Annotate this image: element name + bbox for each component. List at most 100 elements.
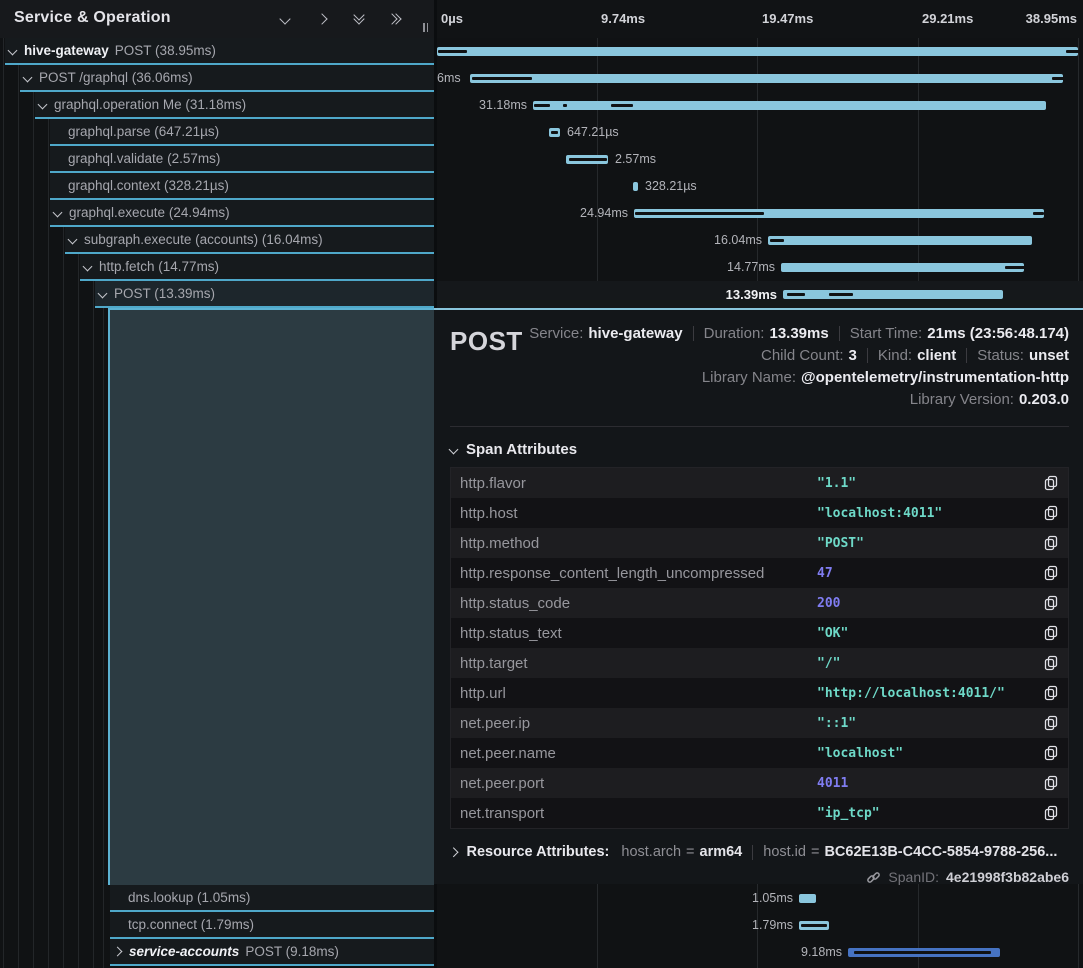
- chevron-down-icon[interactable]: [83, 262, 93, 272]
- copy-icon[interactable]: [1034, 685, 1068, 701]
- tree-row-box[interactable]: subgraph.execute (accounts) (16.04ms): [65, 227, 434, 254]
- copy-icon[interactable]: [1034, 595, 1068, 611]
- tree-row[interactable]: graphql.operation Me (31.18ms): [0, 92, 434, 119]
- copy-icon[interactable]: [1034, 805, 1068, 821]
- tree-row-box[interactable]: hive-gateway POST (38.95ms): [5, 38, 434, 65]
- span-duration-label: 13.39ms: [726, 287, 777, 302]
- timeline-tick-label: 19.47ms: [762, 11, 813, 26]
- span-bar-row[interactable]: 647.21µs: [437, 119, 1083, 146]
- span-bar-row[interactable]: [437, 38, 1083, 65]
- span-duration-bar[interactable]: [781, 263, 1024, 272]
- tree-row[interactable]: http.fetch (14.77ms): [0, 254, 434, 281]
- tree-row-box[interactable]: graphql.parse (647.21µs): [50, 119, 434, 146]
- span-duration-bar[interactable]: [533, 101, 1046, 110]
- tree-row[interactable]: dns.lookup (1.05ms): [0, 885, 434, 912]
- operation-label: tcp.connect (1.79ms): [128, 917, 254, 932]
- resource-attributes-row[interactable]: Resource Attributes: host.arch=arm64host…: [450, 844, 1069, 860]
- attribute-row: net.peer.ip"::1": [451, 708, 1068, 738]
- child-span-mark: [854, 951, 991, 954]
- tree-row-box[interactable]: tcp.connect (1.79ms): [110, 912, 434, 939]
- copy-icon[interactable]: [1034, 565, 1068, 581]
- tree-toolbar: [277, 12, 404, 26]
- span-duration-bar[interactable]: [470, 74, 1063, 83]
- copy-icon[interactable]: [1034, 775, 1068, 791]
- span-bar-row[interactable]: 31.18ms: [437, 92, 1083, 119]
- tree-row[interactable]: graphql.parse (647.21µs): [0, 119, 434, 146]
- copy-icon[interactable]: [1034, 535, 1068, 551]
- span-duration-bar[interactable]: [633, 182, 638, 191]
- span-bar-row[interactable]: 328.21µs: [437, 173, 1083, 200]
- tree-row-box[interactable]: graphql.validate (2.57ms): [50, 146, 434, 173]
- span-duration-bar[interactable]: [799, 894, 816, 903]
- span-bar-row[interactable]: 9.18ms: [437, 939, 1083, 966]
- tree-row-box[interactable]: graphql.execute (24.94ms): [50, 200, 434, 227]
- chevron-down-icon[interactable]: [68, 235, 78, 245]
- chevron-right-icon[interactable]: [314, 12, 330, 26]
- meta-label: Child Count:: [761, 347, 844, 364]
- span-attributes-table: http.flavor"1.1"http.host"localhost:4011…: [450, 467, 1069, 829]
- span-bar-row[interactable]: 14.77ms: [437, 254, 1083, 281]
- tree-row-box[interactable]: http.fetch (14.77ms): [80, 254, 434, 281]
- operation-label: POST (38.95ms): [115, 43, 216, 58]
- copy-icon[interactable]: [1034, 655, 1068, 671]
- tree-row-box[interactable]: service-accountsPOST (9.18ms): [110, 939, 434, 966]
- tree-row-box[interactable]: POST (13.39ms): [95, 281, 434, 308]
- chevron-down-icon[interactable]: [98, 289, 108, 299]
- tree-row-box[interactable]: dns.lookup (1.05ms): [110, 885, 434, 912]
- meta-label: Library Version:: [910, 391, 1014, 408]
- copy-icon[interactable]: [1034, 505, 1068, 521]
- span-bar-row[interactable]: 6ms: [437, 65, 1083, 92]
- tree-row[interactable]: graphql.execute (24.94ms): [0, 200, 434, 227]
- span-tree: hive-gateway POST (38.95ms) POST /graphql …: [0, 38, 434, 308]
- double-chevron-right-icon[interactable]: [388, 12, 404, 26]
- service-name: hive-gateway: [24, 43, 109, 58]
- span-bar-row[interactable]: 24.94ms: [437, 200, 1083, 227]
- attribute-value: "http://localhost:4011/": [817, 686, 1034, 701]
- span-bar-row[interactable]: 13.39ms: [437, 281, 1083, 308]
- copy-icon[interactable]: [1034, 625, 1068, 641]
- tree-row[interactable]: service-accountsPOST (9.18ms): [0, 939, 434, 966]
- chevron-down-icon[interactable]: [8, 46, 18, 56]
- span-attributes-header[interactable]: Span Attributes: [450, 438, 1069, 460]
- chevron-down-icon[interactable]: [38, 100, 48, 110]
- chevron-down-icon[interactable]: [277, 12, 293, 26]
- tree-row-box[interactable]: POST /graphql (36.06ms): [20, 65, 434, 92]
- span-duration-bar[interactable]: [437, 47, 1078, 56]
- chevron-down-icon[interactable]: [23, 73, 33, 83]
- meta-label: Status:: [977, 347, 1024, 364]
- link-icon[interactable]: [866, 870, 881, 885]
- tree-row[interactable]: POST (13.39ms): [0, 281, 434, 308]
- span-duration-bar[interactable]: [768, 236, 1032, 245]
- chevron-down-icon[interactable]: [53, 208, 63, 218]
- copy-icon[interactable]: [1034, 745, 1068, 761]
- meta-label: Kind:: [878, 347, 912, 364]
- attribute-value: "::1": [817, 716, 1034, 731]
- meta-label: Library Name:: [702, 369, 796, 386]
- tree-row-box[interactable]: graphql.context (328.21µs): [50, 173, 434, 200]
- child-span-mark: [1066, 50, 1080, 53]
- span-bar-row[interactable]: 1.79ms: [437, 912, 1083, 939]
- meta-value: hive-gateway: [588, 325, 682, 342]
- chevron-right-icon[interactable]: [113, 947, 123, 957]
- tree-row[interactable]: graphql.validate (2.57ms): [0, 146, 434, 173]
- span-duration-bar[interactable]: [783, 290, 1003, 299]
- panel-resize-handle[interactable]: [423, 23, 428, 32]
- span-bar-row[interactable]: 2.57ms: [437, 146, 1083, 173]
- tree-row[interactable]: hive-gateway POST (38.95ms): [0, 38, 434, 65]
- expanded-span-panel: [108, 308, 434, 885]
- tree-row[interactable]: subgraph.execute (accounts) (16.04ms): [0, 227, 434, 254]
- copy-icon[interactable]: [1034, 715, 1068, 731]
- tree-row-box[interactable]: graphql.operation Me (31.18ms): [35, 92, 434, 119]
- tree-row[interactable]: graphql.context (328.21µs): [0, 173, 434, 200]
- attribute-key: http.target: [451, 655, 817, 672]
- span-bar-row[interactable]: 16.04ms: [437, 227, 1083, 254]
- attribute-row: http.status_code200: [451, 588, 1068, 618]
- span-bar-row[interactable]: 1.05ms: [437, 885, 1083, 912]
- double-chevron-down-icon[interactable]: [351, 12, 367, 26]
- child-span-mark: [801, 924, 827, 927]
- copy-icon[interactable]: [1034, 475, 1068, 491]
- tree-row[interactable]: POST /graphql (36.06ms): [0, 65, 434, 92]
- meta-separator: [693, 326, 694, 341]
- attribute-value: 200: [817, 596, 1034, 611]
- tree-row[interactable]: tcp.connect (1.79ms): [0, 912, 434, 939]
